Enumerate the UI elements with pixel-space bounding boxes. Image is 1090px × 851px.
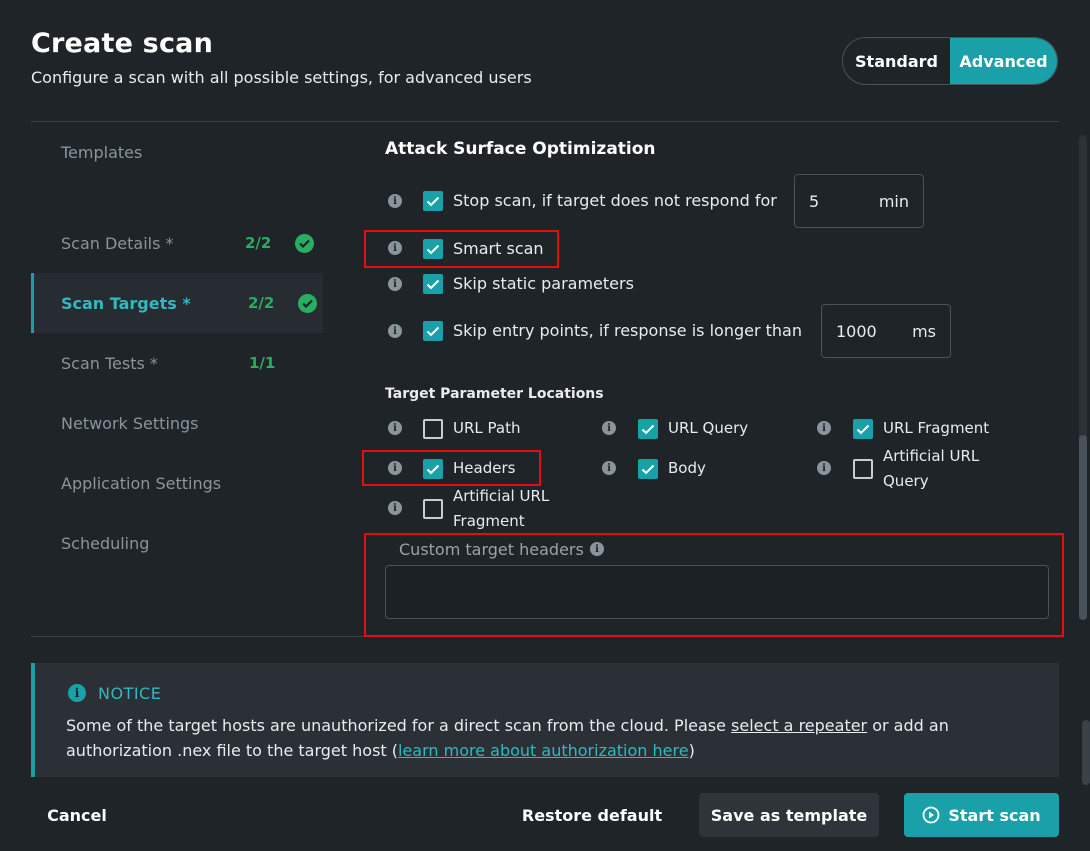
info-icon[interactable]: i [590, 542, 604, 556]
url-query-checkbox[interactable] [638, 419, 658, 439]
sidebar-item-count: 2/2 [248, 294, 275, 312]
scrollbar-thumb[interactable] [1079, 435, 1087, 620]
locations-title: Target Parameter Locations [385, 386, 604, 402]
select-repeater-link[interactable]: select a repeater [731, 716, 867, 735]
sidebar-item-label: Scan Details * [61, 233, 174, 253]
play-circle-icon [922, 806, 940, 824]
artificial-url-query-checkbox[interactable] [853, 459, 873, 479]
notice-title: NOTICE [98, 684, 162, 703]
sidebar-item-label: Scheduling [61, 533, 150, 553]
check-icon [641, 464, 655, 474]
info-icon[interactable]: i [817, 421, 831, 435]
sidebar-item-label: Application Settings [61, 473, 222, 493]
url-fragment-checkbox[interactable] [853, 419, 873, 439]
check-icon [426, 326, 440, 336]
check-icon [856, 424, 870, 434]
sidebar-item-label: Templates [61, 142, 143, 162]
artificial-url-fragment-checkbox[interactable] [423, 499, 443, 519]
headers-checkbox[interactable] [423, 459, 443, 479]
skip-entry-threshold-input[interactable]: 1000 ms [821, 304, 951, 358]
skip-entry-label: Skip entry points, if response is longer… [453, 321, 802, 340]
cancel-button[interactable]: Cancel [31, 793, 123, 837]
smart-scan-checkbox[interactable] [423, 239, 443, 259]
section-title: Attack Surface Optimization [385, 139, 656, 159]
info-icon[interactable]: i [388, 194, 402, 208]
info-icon[interactable]: i [602, 421, 616, 435]
skip-static-label: Skip static parameters [453, 274, 634, 293]
mode-standard-button[interactable]: Standard [843, 38, 950, 84]
sidebar-item-templates[interactable]: Templates [31, 122, 323, 182]
stop-scan-timeout-input[interactable]: 5 min [794, 174, 924, 228]
info-icon[interactable]: i [817, 461, 831, 475]
artificial-url-query-label: Artificial URL Query [883, 447, 980, 490]
skip-entry-checkbox[interactable] [423, 321, 443, 341]
start-scan-label: Start scan [948, 805, 1041, 825]
check-icon [426, 464, 440, 474]
sidebar-item-label: Scan Targets * [61, 293, 191, 313]
check-icon [426, 244, 440, 254]
stop-scan-unit: min [878, 191, 909, 211]
headers-label: Headers [453, 459, 516, 477]
sidebar-item-application-settings[interactable]: Application Settings [31, 453, 323, 513]
sidebar-item-count: 1/1 [249, 354, 276, 372]
page-title: Create scan [31, 28, 213, 59]
start-scan-button[interactable]: Start scan [904, 793, 1059, 837]
sidebar-item-scheduling[interactable]: Scheduling [31, 513, 323, 573]
check-icon [641, 424, 655, 434]
smart-scan-label: Smart scan [453, 239, 544, 258]
check-circle-icon [295, 233, 314, 253]
custom-headers-label: Custom target headers [399, 540, 584, 559]
check-icon [426, 279, 440, 289]
info-icon[interactable]: i [388, 501, 402, 515]
sidebar-item-scan-tests[interactable]: Scan Tests * 1/1 [31, 333, 323, 393]
info-icon[interactable]: i [388, 324, 402, 338]
mode-toggle: Standard Advanced [842, 37, 1058, 85]
sidebar-item-label: Network Settings [61, 413, 199, 433]
learn-more-authorization-link[interactable]: learn more about authorization here [398, 741, 689, 760]
info-circle-icon: i [68, 684, 86, 702]
info-icon[interactable]: i [388, 277, 402, 291]
sidebar-item-count: 2/2 [245, 234, 272, 252]
sidebar-item-network-settings[interactable]: Network Settings [31, 393, 323, 453]
body-checkbox[interactable] [638, 459, 658, 479]
url-path-checkbox[interactable] [423, 419, 443, 439]
mode-advanced-button[interactable]: Advanced [950, 38, 1057, 84]
url-fragment-label: URL Fragment [883, 419, 990, 437]
outer-scrollbar-thumb[interactable] [1082, 720, 1090, 785]
notice-text: Some of the target hosts are unauthorize… [66, 716, 949, 760]
page-subtitle: Configure a scan with all possible setti… [31, 68, 532, 87]
skip-entry-value: 1000 [836, 321, 877, 341]
url-path-label: URL Path [453, 419, 521, 437]
skip-static-checkbox[interactable] [423, 274, 443, 294]
check-circle-icon [298, 293, 317, 313]
info-icon[interactable]: i [388, 421, 402, 435]
stop-scan-label: Stop scan, if target does not respond fo… [453, 191, 777, 210]
custom-headers-input[interactable] [385, 565, 1049, 619]
bottom-divider-left [31, 636, 364, 637]
sidebar-item-scan-targets[interactable]: Scan Targets * 2/2 [31, 273, 323, 333]
body-label: Body [668, 459, 706, 477]
info-icon[interactable]: i [388, 461, 402, 475]
restore-default-button[interactable]: Restore default [512, 793, 672, 837]
info-icon[interactable]: i [602, 461, 616, 475]
stop-scan-value: 5 [809, 191, 820, 211]
skip-entry-unit: ms [912, 321, 936, 341]
save-as-template-button[interactable]: Save as template [699, 793, 879, 837]
sidebar-item-label: Scan Tests * [61, 353, 158, 373]
url-query-label: URL Query [668, 419, 749, 437]
sidebar-item-scan-details[interactable]: Scan Details * 2/2 [31, 213, 323, 273]
stop-scan-checkbox[interactable] [423, 191, 443, 211]
info-icon[interactable]: i [388, 241, 402, 255]
check-icon [426, 196, 440, 206]
artificial-url-fragment-label: Artificial URL Fragment [453, 487, 550, 530]
